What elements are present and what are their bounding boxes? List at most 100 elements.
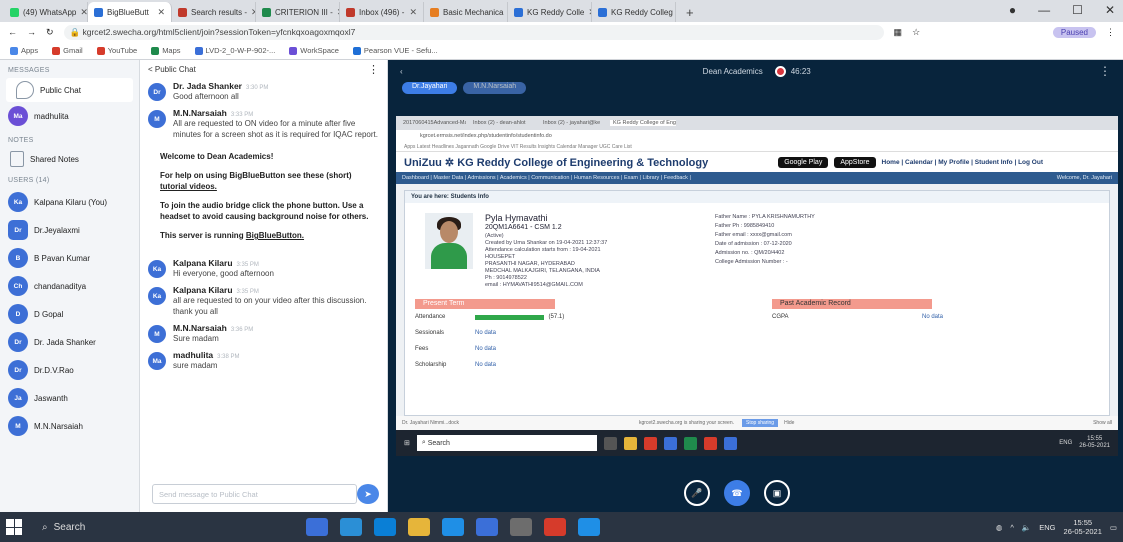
shared-notes-item[interactable]: Shared Notes [0, 148, 139, 170]
browser-menu-icon[interactable]: ⋮ [1106, 27, 1115, 38]
chat-message: Ma madhulita 3:38 PM sure madam [140, 347, 387, 374]
extension-icon[interactable]: ▦ [894, 27, 903, 38]
cgpa-value[interactable]: No data [922, 314, 943, 320]
record-icon[interactable] [774, 65, 786, 77]
tray-date: 26-05-2021 [1063, 527, 1102, 536]
tray-chevron-icon[interactable]: ^ [1010, 523, 1014, 532]
taskbar-app-icon[interactable] [340, 518, 362, 536]
tab-close-icon[interactable]: ✕ [80, 7, 87, 18]
browser-tab[interactable]: KG Reddy Colleg✕ [592, 2, 676, 22]
taskbar-app-icon[interactable] [544, 518, 566, 536]
presentation-area: ‹ Dean Academics 46:23 ⋮ Dr.Jayahari M.N… [388, 60, 1123, 512]
taskbar-app-icon[interactable] [306, 518, 328, 536]
chat-options-icon[interactable]: ⋮ [368, 63, 379, 76]
bookmark-item[interactable]: Pearson VUE - Sefu... [352, 46, 438, 55]
tab-favicon-icon [430, 7, 439, 17]
tab-close-icon[interactable]: ✕ [157, 7, 165, 18]
user-list-item[interactable]: B B Pavan Kumar [0, 244, 139, 272]
taskbar-app-icon[interactable] [374, 518, 396, 536]
taskbar-search-label: Search [53, 521, 86, 533]
taskbar-app-icon[interactable] [408, 518, 430, 536]
bookmark-item[interactable]: Maps [151, 46, 181, 55]
college-banner: UniZuu ✲ KG Reddy College of Engineering… [396, 152, 1118, 172]
profile-dot-icon[interactable]: ● [1009, 3, 1016, 17]
chat-message: Ka Kalpana Kilaru 3:35 PM Hi everyone, good… [140, 255, 387, 282]
shared-tray-date: 26-05-2021 [1079, 443, 1110, 449]
maximize-icon[interactable]: ☐ [1072, 3, 1083, 17]
tab-close-icon[interactable]: ✕ [409, 7, 417, 18]
reload-icon[interactable]: ↻ [46, 27, 54, 38]
student-info-body: You are here: Students Info Pyla Hymavat… [396, 184, 1118, 422]
phone-icon: ☎ [731, 487, 743, 498]
bookmark-item[interactable]: LVD-2_0-W-P-902-... [194, 46, 275, 55]
taskbar-search[interactable]: ⌕ Search [34, 516, 294, 538]
back-icon[interactable]: ← [8, 27, 17, 37]
sessionals-value[interactable]: No data [475, 330, 496, 336]
private-chat-item[interactable]: Ma madhulita [0, 102, 139, 130]
bookmark-item[interactable]: Gmail [52, 46, 83, 55]
bigbluebutton-link[interactable]: BigBlueButton. [246, 231, 304, 240]
browser-tab[interactable]: Search results -✕ [172, 2, 256, 22]
bookmark-item[interactable]: Apps [10, 46, 38, 55]
user-list-item[interactable]: M M.N.Narsaiah [0, 412, 139, 440]
fees-value[interactable]: No data [475, 346, 496, 352]
user-list-item[interactable]: Ch chandanaditya [0, 272, 139, 300]
notifications-icon[interactable]: ▭ [1110, 523, 1117, 532]
tray-lang[interactable]: ENG [1039, 523, 1055, 532]
tutorial-videos-link[interactable]: tutorial videos. [160, 182, 217, 191]
user-list-item[interactable]: D D Gopal [0, 300, 139, 328]
app-store-badge: AppStore [834, 156, 876, 168]
send-button[interactable]: ➤ [357, 484, 379, 504]
record-timer: 46:23 [790, 66, 811, 76]
media-controls: 🎤 ☎ ▣ [684, 480, 790, 506]
taskbar-app-icon[interactable] [578, 518, 600, 536]
user-list-item[interactable]: Ja Jaswanth [0, 384, 139, 412]
url-input[interactable]: 🔒 kgrcet2.swecha.org/html5client/join?se… [63, 24, 884, 40]
network-icon[interactable]: ◍ [996, 523, 1003, 532]
chat-message-input[interactable]: Send message to Public Chat [152, 484, 357, 504]
phone-button[interactable]: ☎ [724, 480, 750, 506]
student-created: Created by Uma Shankar on 19-04-2021 12:… [485, 240, 608, 246]
user-list-item[interactable]: Dr Dr.D.V.Rao [0, 356, 139, 384]
taskbar-app-icon[interactable] [510, 518, 532, 536]
bookmark-item[interactable]: YouTube [96, 46, 137, 55]
tab-favicon-icon [514, 7, 523, 17]
windows-start-icon[interactable] [6, 519, 22, 535]
toggle-userlist-icon[interactable]: ‹ [400, 67, 403, 76]
bookmarks-bar: Apps Gmail YouTube Maps LVD-2_0-W-P-902-... W… [0, 42, 1123, 60]
show-all-button[interactable]: Show all [1093, 420, 1112, 426]
user-list-item[interactable]: Ka Kalpana Kilaru (You) [0, 188, 139, 216]
browser-tab[interactable]: (49) WhatsApp ✕ [4, 2, 88, 22]
taskbar-app-icon[interactable] [442, 518, 464, 536]
stop-sharing-button[interactable]: Stop sharing [742, 419, 779, 427]
forward-icon[interactable]: → [27, 27, 36, 37]
star-icon[interactable]: ☆ [912, 27, 920, 38]
new-tab-icon[interactable]: + [676, 2, 704, 22]
scholarship-value[interactable]: No data [475, 362, 496, 368]
meeting-options-icon[interactable]: ⋮ [1099, 64, 1111, 78]
browser-tab[interactable]: BigBlueButt ✕ [88, 2, 172, 22]
user-list-item[interactable]: Dr Dr. Jada Shanker [0, 328, 139, 356]
volume-icon[interactable]: 🔈 [1022, 523, 1031, 532]
scholarship-label: Scholarship [415, 362, 447, 368]
browser-tab[interactable]: Basic Mechanica✕ [424, 2, 508, 22]
profile-paused-badge[interactable]: Paused [1052, 26, 1096, 38]
college-menu: Dashboard | Master Data | Admissions | A… [396, 172, 1118, 184]
tab-favicon-icon [598, 7, 607, 17]
tray-clock[interactable]: 15:55 26-05-2021 [1064, 518, 1102, 536]
browser-tab[interactable]: CRITERION III -✕ [256, 2, 340, 22]
bookmark-item[interactable]: WorkSpace [289, 46, 339, 55]
mute-mic-button[interactable]: 🎤 [684, 480, 710, 506]
public-chat-item[interactable]: Public Chat [6, 78, 133, 102]
audio-bridge-line: To join the audio bridge click the phone… [160, 201, 369, 221]
taskbar-app-icon[interactable] [476, 518, 498, 536]
minimize-icon[interactable]: — [1038, 3, 1050, 17]
video-button[interactable]: ▣ [764, 480, 790, 506]
browser-tab[interactable]: KG Reddy Colle✕ [508, 2, 592, 22]
hide-button[interactable]: Hide [784, 420, 794, 426]
close-window-icon[interactable]: ✕ [1105, 3, 1115, 17]
user-list-item[interactable]: Dr Dr.Jeyalaxmi [0, 216, 139, 244]
browser-tab[interactable]: Inbox (496) - ✕ [340, 2, 424, 22]
chat-back-title[interactable]: < Public Chat [148, 65, 196, 74]
student-name: Pyla Hymavathi [485, 213, 548, 223]
